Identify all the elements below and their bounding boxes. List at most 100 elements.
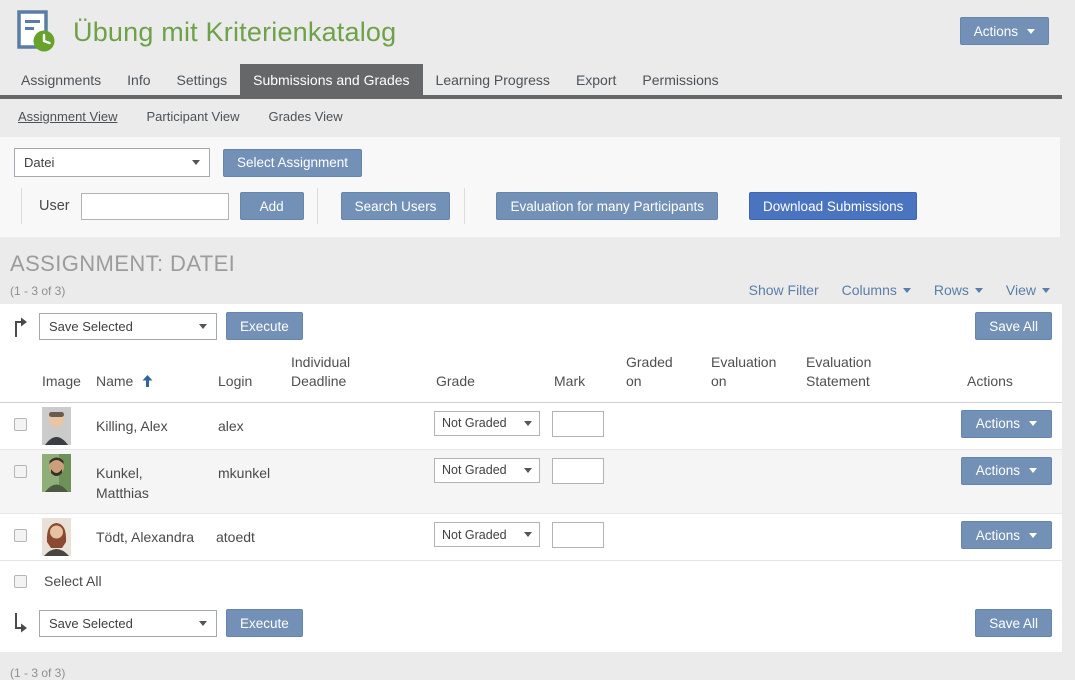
tab-submissions-and-grades[interactable]: Submissions and Grades: [240, 64, 422, 95]
page-header: Übung mit Kriterienkatalog Actions: [0, 0, 1062, 62]
table-row: Killing, Alex alex Not Graded Actions: [0, 403, 1062, 450]
select-all-checkbox[interactable]: [14, 575, 27, 588]
table-row: Tödt, Alexandra atoedt Not Graded Action…: [0, 514, 1062, 561]
participant-login: mkunkel: [216, 450, 289, 493]
divider: [464, 188, 465, 224]
evaluation-many-participants-button[interactable]: Evaluation for many Participants: [496, 192, 718, 220]
participants-table: Save Selected Execute Save All Image Nam…: [0, 304, 1062, 652]
participant-name: Kunkel, Matthias: [96, 463, 164, 504]
subtab-grades-view[interactable]: Grades View: [268, 109, 342, 124]
add-user-button[interactable]: Add: [240, 192, 304, 220]
select-all-row: Select All: [0, 561, 1062, 600]
bulk-action-select-bottom[interactable]: Save Selected: [39, 610, 217, 637]
caret-down-icon: [1029, 468, 1037, 473]
column-image: Image: [40, 372, 94, 402]
grade-select[interactable]: Not Graded: [434, 458, 540, 483]
user-input[interactable]: [81, 193, 229, 220]
row-actions-button[interactable]: Actions: [961, 521, 1052, 549]
column-grade: Grade: [434, 372, 552, 402]
select-all-label: Select All: [44, 573, 102, 589]
save-all-button-bottom[interactable]: Save All: [975, 609, 1052, 637]
caret-down-icon: [524, 421, 532, 426]
execute-button-top[interactable]: Execute: [226, 312, 303, 340]
page-title: Übung mit Kriterienkatalog: [73, 17, 396, 48]
caret-down-icon: [1029, 421, 1037, 426]
column-login: Login: [216, 372, 289, 402]
apply-to-selection-down-icon: [12, 612, 29, 635]
select-assignment-button[interactable]: Select Assignment: [223, 149, 362, 177]
caret-down-icon: [524, 468, 532, 473]
subtab-participant-view[interactable]: Participant View: [146, 109, 239, 124]
column-evaluation-statement: Evaluation Statement: [806, 353, 888, 391]
sub-tabbar: Assignment View Participant View Grades …: [0, 99, 1062, 130]
page: Übung mit Kriterienkatalog Actions Assig…: [0, 0, 1062, 680]
show-filter-link[interactable]: Show Filter: [749, 282, 819, 298]
mark-input[interactable]: [552, 458, 604, 484]
rows-dropdown-link[interactable]: Rows: [934, 282, 983, 298]
mark-input[interactable]: [552, 411, 604, 437]
subtab-assignment-view[interactable]: Assignment View: [18, 109, 117, 124]
caret-down-icon: [1029, 533, 1037, 538]
tab-settings[interactable]: Settings: [164, 64, 241, 95]
assignment-title: ASSIGNMENT: DATEI: [10, 251, 1062, 277]
results-range-bottom: (1 - 3 of 3): [0, 659, 1062, 680]
participant-login: alex: [216, 403, 289, 446]
row-actions-button[interactable]: Actions: [961, 410, 1052, 438]
caret-down-icon: [199, 324, 207, 329]
participant-name: Killing, Alex: [94, 403, 216, 446]
download-submissions-button[interactable]: Download Submissions: [749, 192, 917, 220]
filter-panel: Datei Select Assignment User Add Search …: [0, 137, 1060, 237]
execute-button-bottom[interactable]: Execute: [226, 609, 303, 637]
column-name-sortable[interactable]: Name: [94, 372, 216, 402]
caret-down-icon: [524, 532, 532, 537]
caret-down-icon: [192, 160, 200, 165]
tab-export[interactable]: Export: [563, 64, 629, 95]
user-label: User: [39, 198, 70, 214]
row-checkbox[interactable]: [14, 529, 27, 542]
main-tabbar: Assignments Info Settings Submissions an…: [0, 64, 1062, 99]
table-row: Kunkel, Matthias mkunkel Not Graded Acti…: [0, 450, 1062, 515]
search-users-button[interactable]: Search Users: [341, 192, 451, 220]
divider: [21, 188, 22, 224]
apply-to-selection-up-icon: [12, 315, 29, 338]
row-actions-button[interactable]: Actions: [961, 457, 1052, 485]
bulk-controls-bottom: Save Selected Execute Save All: [0, 600, 1062, 652]
column-actions: Actions: [959, 372, 1062, 402]
caret-down-icon: [975, 288, 983, 293]
avatar: [42, 518, 71, 556]
assignment-section-header: ASSIGNMENT: DATEI (1 - 3 of 3) Show Filt…: [0, 237, 1062, 304]
divider: [317, 188, 318, 224]
column-evaluation-on: Evaluation on: [711, 353, 789, 391]
caret-down-icon: [903, 288, 911, 293]
view-dropdown-link[interactable]: View: [1006, 282, 1050, 298]
tab-permissions[interactable]: Permissions: [629, 64, 731, 95]
row-checkbox[interactable]: [14, 418, 27, 431]
columns-dropdown-link[interactable]: Columns: [842, 282, 911, 298]
column-checkbox: [0, 391, 40, 402]
table-header-row: Image Name Login Individual Deadline Gra…: [0, 347, 1062, 403]
caret-down-icon: [1042, 288, 1050, 293]
caret-down-icon: [1027, 29, 1035, 34]
assignment-select[interactable]: Datei: [14, 148, 210, 177]
caret-down-icon: [199, 621, 207, 626]
mark-input[interactable]: [552, 522, 604, 548]
column-individual-deadline: Individual Deadline: [291, 353, 373, 391]
tab-learning-progress[interactable]: Learning Progress: [423, 64, 563, 95]
participant-name: Tödt, Alexandra: [94, 514, 216, 557]
save-all-button-top[interactable]: Save All: [975, 312, 1052, 340]
avatar: [42, 454, 71, 492]
column-mark: Mark: [552, 372, 624, 402]
column-graded-on: Graded on: [626, 353, 682, 391]
participant-login: atoedt: [216, 514, 289, 557]
tab-info[interactable]: Info: [114, 64, 163, 95]
exercise-clock-icon: [12, 9, 58, 55]
bulk-controls-top: Save Selected Execute Save All: [0, 304, 1062, 347]
grade-select[interactable]: Not Graded: [434, 411, 540, 436]
grade-select[interactable]: Not Graded: [434, 522, 540, 547]
header-actions-button[interactable]: Actions: [960, 17, 1049, 45]
row-checkbox[interactable]: [14, 465, 27, 478]
avatar: [42, 407, 71, 445]
tab-assignments[interactable]: Assignments: [8, 64, 114, 95]
bulk-action-select-top[interactable]: Save Selected: [39, 313, 217, 340]
sort-ascending-icon: [142, 375, 153, 387]
